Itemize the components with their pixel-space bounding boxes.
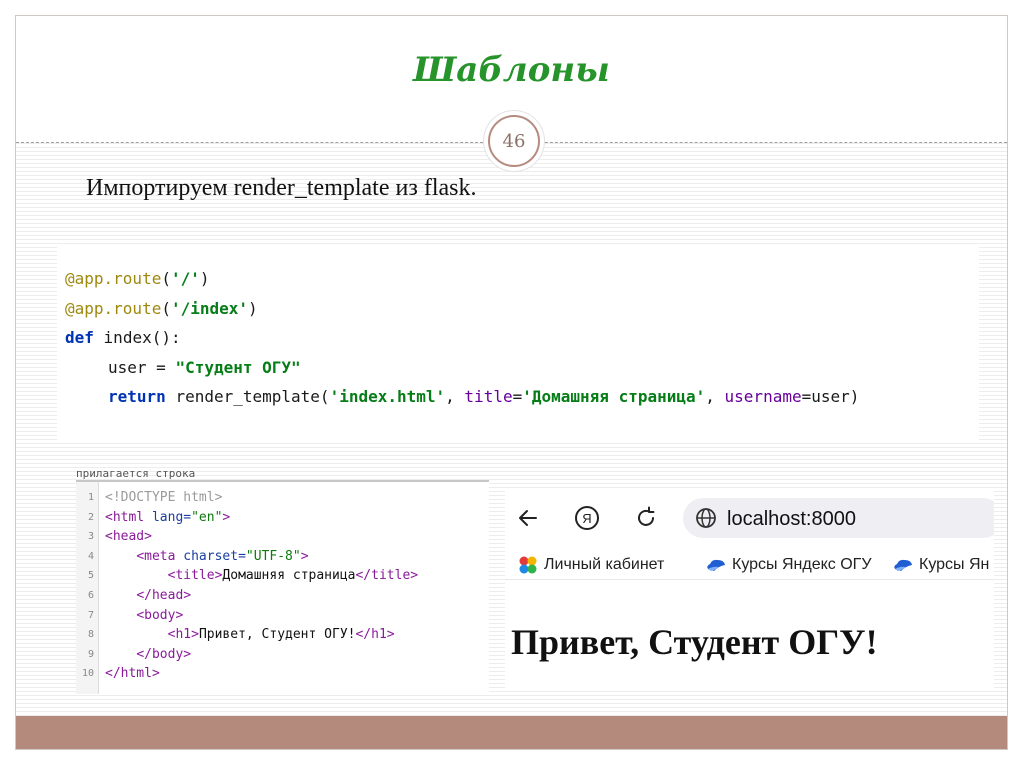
slide-frame: Шаблоны 46 Импортируем render_template и… [15,15,1008,750]
user-string: "Студент ОГУ" [175,357,301,377]
html-code-panel: 1 2 3 4 5 6 7 8 9 10 <!DOCTYPE html> <ht… [76,480,489,694]
line-number: 8 [87,629,94,641]
html-line-8: <h1>Привет, Студент ОГУ!</h1> [167,627,395,643]
html-editor-top-strip: прилагается строка [76,467,236,480]
decorator: @app.route [65,269,162,288]
line-number: 3 [87,531,94,543]
line-number: 4 [87,550,94,562]
svg-text:Я: Я [582,511,591,526]
line-number: 2 [87,511,94,523]
bookmark-kursy-1[interactable]: Курсы Яндекс ОГУ [705,555,872,575]
back-arrow-icon[interactable] [515,505,541,531]
python-code-panel: @app.route('/') @app.route('/index') def… [57,246,979,442]
function-signature: index(): [103,328,181,347]
code-line-3: def index(): [65,323,979,353]
cloud-icon [707,559,725,571]
page-heading: Привет, Студент ОГУ! [511,622,878,662]
line-number: 10 [81,668,94,680]
html-line-1: <!DOCTYPE html> [105,490,223,505]
code-line-5: return render_template('index.html', tit… [108,387,860,406]
assignment: user = [108,357,176,377]
line-number: 7 [87,609,94,621]
username-kwarg: username [724,387,802,406]
browser-toolbar: Я localhost:8000 [505,489,994,545]
html-code-lines: <!DOCTYPE html> <html lang="en"> <head> … [105,488,418,684]
decorator: @app.route [65,298,162,318]
flower-icon [519,556,537,574]
html-line-10: </html> [105,666,160,682]
title-kwarg: title [464,387,513,406]
globe-icon [695,507,717,533]
html-line-3: <head> [105,529,152,545]
slide-title: Шаблоны [413,50,610,90]
html-line-7: <body> [136,607,184,623]
line-numbers: 1 2 3 4 5 6 7 8 9 10 [76,488,98,684]
page-number: 46 [488,115,540,167]
html-line-5: <title>Домашняя страница</title> [167,568,419,584]
cloud-icon [894,559,912,571]
bookmarks-bar: Личный кабинет Курсы Яндекс ОГУ Курсы Ян [505,549,994,580]
bookmark-label: Личный кабинет [544,556,665,573]
html-line-2: <html lang="en"> [105,509,231,525]
bookmark-lk[interactable]: Личный кабинет [517,555,664,575]
html-line-9: </body> [136,646,192,662]
keyword-def: def [65,328,94,347]
address-bar[interactable]: localhost:8000 [683,498,994,538]
line-number: 9 [87,648,94,660]
template-name: 'index.html' [329,387,446,406]
code-line-2: @app.route('/index') [65,298,258,318]
line-number: 1 [87,492,94,503]
bookmark-kursy-2[interactable]: Курсы Ян [892,555,989,575]
browser-screenshot: Я localhost:8000 Личный кабинет Курсы Ян… [505,489,994,691]
reload-icon[interactable] [633,505,659,531]
footer-band [16,716,1007,749]
code-line-4: user = "Студент ОГУ" [65,353,979,383]
line-number: 5 [87,570,94,582]
title-string: 'Домашняя страница' [522,387,706,406]
html-line-6: </head> [136,587,192,603]
route-string: '/index' [170,298,249,318]
yandex-icon[interactable]: Я [574,505,600,531]
intro-text: Импортируем render_template из flask. [86,175,477,201]
bookmark-label: Курсы Яндекс ОГУ [732,556,872,573]
line-number: 6 [87,589,94,601]
keyword-return: return [108,387,166,406]
code-line-1: @app.route('/') [65,269,210,288]
top-strip-text: прилагается строка [76,467,196,480]
username-value: =user) [801,387,860,406]
page-number-badge: 46 [484,111,544,171]
html-line-4: <meta charset="UTF-8"> [136,548,309,564]
url-text: localhost:8000 [727,508,856,530]
bookmark-label: Курсы Ян [919,556,990,573]
route-string: '/' [170,269,200,288]
render-call: render_template( [175,387,330,406]
